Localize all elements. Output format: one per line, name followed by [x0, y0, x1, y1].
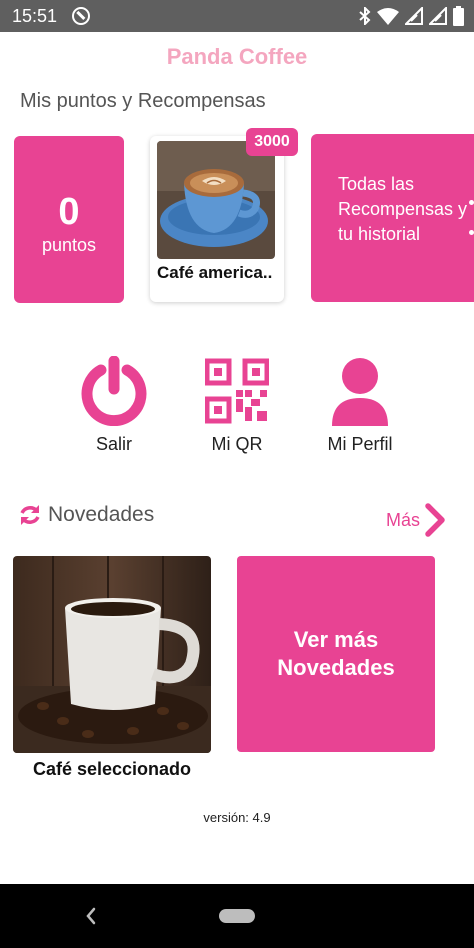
- my-qr-label: Mi QR: [211, 434, 263, 454]
- my-profile-button[interactable]: Mi Perfil: [305, 356, 415, 455]
- more-news-link[interactable]: Más: [386, 503, 446, 537]
- reward-name: Café america..: [157, 263, 273, 282]
- home-pill-icon[interactable]: [219, 909, 255, 923]
- points-label: puntos: [41, 235, 97, 255]
- reward-card[interactable]: Café america..: [150, 136, 284, 302]
- points-card[interactable]: 0 puntos: [14, 136, 124, 303]
- bluetooth-icon: [359, 7, 371, 25]
- see-more-news-label: Ver más Novedades: [277, 627, 395, 680]
- qr-code-icon: [205, 358, 269, 424]
- news-item-image[interactable]: [13, 556, 211, 753]
- signal-icon: [405, 7, 423, 25]
- power-icon: [81, 356, 147, 426]
- signal-icon: [429, 7, 447, 25]
- status-time: 15:51: [12, 6, 58, 26]
- all-rewards-label: Todas las Recompensas y tu historial: [338, 174, 468, 244]
- coffee-cup-photo: [157, 141, 275, 259]
- status-bar: 15:51: [0, 0, 474, 32]
- reward-cost-badge: 3000: [246, 128, 298, 156]
- logout-button[interactable]: Salir: [59, 356, 169, 455]
- my-profile-label: Mi Perfil: [327, 434, 393, 454]
- see-more-news-button[interactable]: Ver más Novedades: [237, 556, 435, 752]
- logout-label: Salir: [95, 434, 132, 454]
- more-news-label: Más: [386, 509, 421, 530]
- chevron-right-icon: [425, 503, 445, 537]
- status-icons: [359, 5, 464, 27]
- rewards-heading: Mis puntos y Recompensas: [20, 90, 266, 112]
- more-dots-icon: [468, 196, 474, 240]
- user-icon: [332, 358, 388, 426]
- back-icon[interactable]: [84, 906, 98, 926]
- all-rewards-card[interactable]: Todas las Recompensas y tu historial: [311, 134, 474, 302]
- refresh-icon: [20, 505, 40, 525]
- wifi-icon: [377, 8, 399, 25]
- news-heading: Novedades: [18, 503, 154, 527]
- battery-icon: [453, 6, 464, 26]
- sync-icon: [72, 7, 90, 25]
- news-item-caption: Café seleccionado: [32, 759, 192, 779]
- my-qr-button[interactable]: Mi QR: [182, 356, 292, 455]
- app-title: Panda Coffee: [166, 44, 308, 69]
- news-heading-label: Novedades: [48, 503, 155, 526]
- points-value: 0: [58, 191, 80, 233]
- app-version: versión: 4.9: [203, 810, 271, 825]
